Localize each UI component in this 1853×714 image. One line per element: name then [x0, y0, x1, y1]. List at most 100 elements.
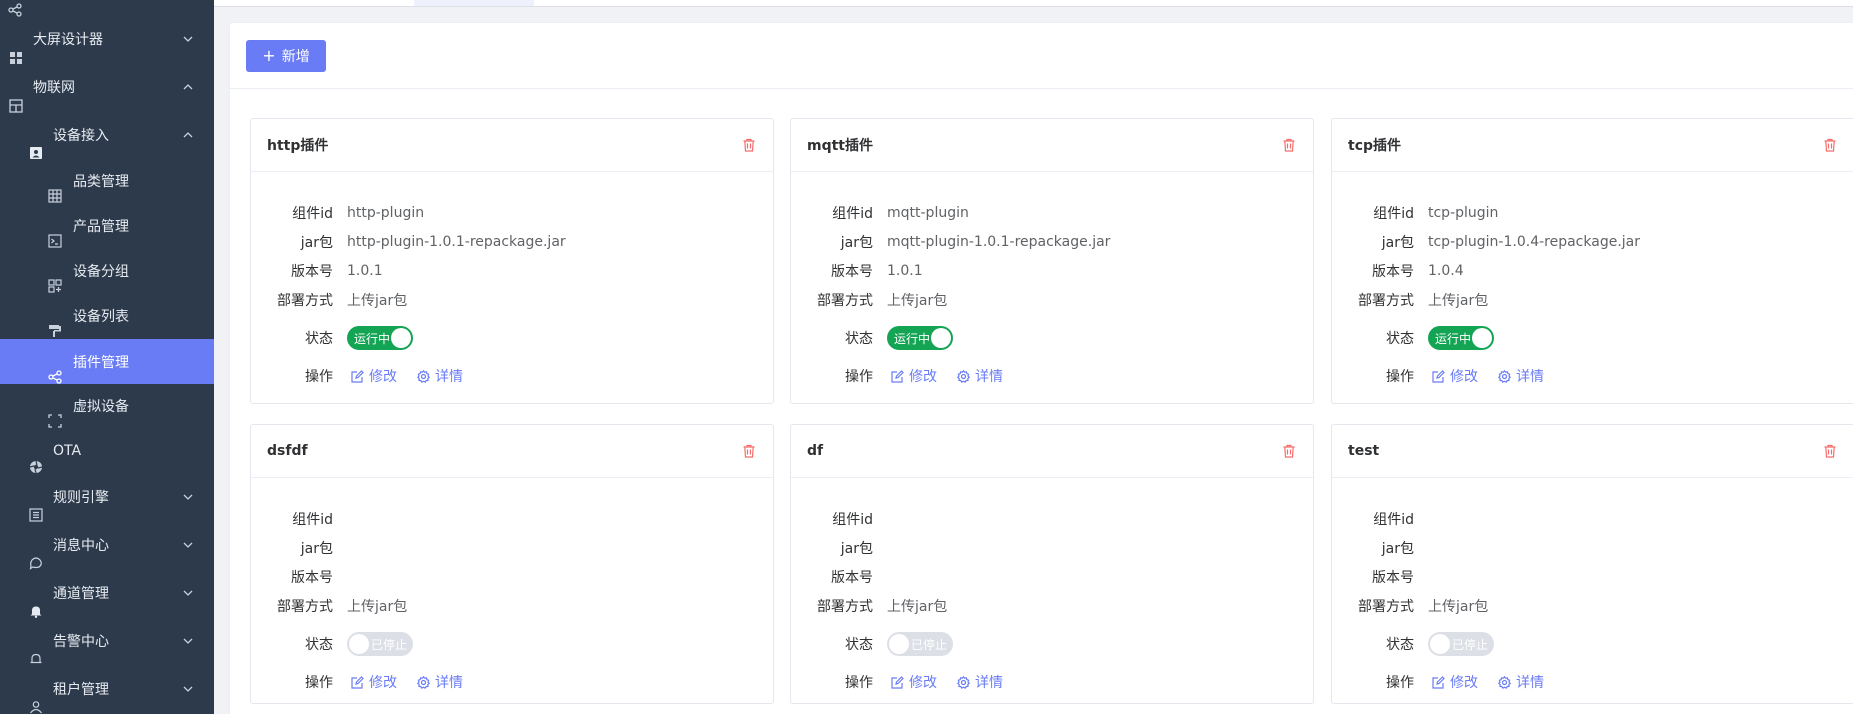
sidebar-item-category[interactable]: 品类管理	[0, 161, 214, 203]
sidebar-item-message-center[interactable]: 消息中心	[0, 525, 214, 570]
detail-button[interactable]: 详情	[1498, 366, 1544, 386]
sidebar-item-product[interactable]: 产品管理	[0, 206, 214, 248]
field-row-actions: 操作 修改 详情	[791, 366, 1313, 386]
field-label: 部署方式	[277, 293, 333, 309]
plugin-card: df 组件id jar包 版本号 部署方式 上传jar包 状态 已停止 操作 修改 详情	[790, 424, 1314, 704]
sidebar-item-label: 品类管理	[73, 174, 129, 190]
sidebar-item-virtual-device[interactable]: 虚拟设备	[0, 386, 214, 428]
add-button-label: 新增	[281, 49, 310, 65]
gear-icon	[957, 675, 970, 689]
field-value: http-plugin	[347, 205, 425, 221]
edit-button[interactable]: 修改	[351, 672, 397, 692]
toggle-knob	[1472, 328, 1492, 348]
field-value: 上传jar包	[1428, 293, 1489, 309]
sidebar-item-label: 告警中心	[53, 634, 109, 650]
field-label: jar包	[840, 541, 873, 557]
field-label: 操作	[1386, 369, 1414, 385]
field-label: jar包	[840, 235, 873, 251]
edit-button[interactable]: 修改	[891, 672, 937, 692]
sidebar-item-alarm-center[interactable]: 告警中心	[0, 621, 214, 664]
edit-button[interactable]: 修改	[891, 366, 937, 386]
detail-button[interactable]: 详情	[957, 672, 1003, 692]
status-toggle[interactable]: 已停止	[887, 632, 953, 656]
sidebar-item-label: 规则引擎	[53, 490, 109, 506]
field-label: 操作	[305, 369, 333, 385]
trash-icon[interactable]	[741, 137, 757, 153]
field-label: 操作	[845, 369, 873, 385]
sidebar-item-label: 设备分组	[73, 264, 129, 280]
card-title: tcp插件	[1348, 138, 1402, 154]
sidebar-item-iot[interactable]: 物联网	[0, 67, 214, 113]
trash-icon[interactable]	[1822, 443, 1838, 459]
edit-label: 修改	[1450, 675, 1478, 691]
field-label: 版本号	[831, 570, 873, 586]
status-toggle[interactable]: 已停止	[1428, 632, 1494, 656]
card-title: mqtt插件	[807, 138, 873, 154]
add-button[interactable]: + 新增	[246, 40, 326, 72]
field-row-component-id: 组件id	[251, 509, 773, 529]
sidebar-item-ota[interactable]: OTA	[0, 431, 214, 474]
tab-active[interactable]	[414, 0, 534, 6]
field-row-component-id: 组件id http-plugin	[251, 203, 773, 223]
field-value: 上传jar包	[347, 293, 408, 309]
status-toggle[interactable]: 运行中	[887, 326, 953, 350]
trash-icon[interactable]	[1281, 443, 1297, 459]
edit-icon	[891, 369, 904, 383]
dashboard-icon	[9, 99, 23, 113]
sidebar-item-label: 大屏设计器	[33, 32, 103, 48]
edit-button[interactable]: 修改	[1432, 672, 1478, 692]
status-toggle[interactable]: 运行中	[347, 326, 413, 350]
detail-button[interactable]: 详情	[417, 366, 463, 386]
detail-label: 详情	[1516, 675, 1544, 691]
bell-icon	[29, 652, 43, 666]
toggle-knob	[931, 328, 951, 348]
plus-icon: +	[262, 46, 276, 65]
detail-button[interactable]: 详情	[957, 366, 1003, 386]
field-row-status: 状态 运行中	[791, 326, 1313, 350]
trash-icon[interactable]	[1281, 137, 1297, 153]
divider	[230, 88, 1853, 89]
field-row-deploy-method: 部署方式 上传jar包	[791, 290, 1313, 310]
sidebar: 大屏设计器 物联网 设备接入 品类管理 产品管理 设备分组 设备列表 插件管理 …	[0, 0, 214, 714]
detail-button[interactable]: 详情	[1498, 672, 1544, 692]
field-label: 版本号	[291, 264, 333, 280]
field-value: 1.0.1	[347, 263, 383, 279]
sidebar-item-screen-designer[interactable]: 大屏设计器	[0, 19, 214, 64]
sidebar-item-channel-management[interactable]: 通道管理	[0, 573, 214, 618]
sidebar-item-device-access[interactable]: 设备接入	[0, 115, 214, 159]
field-label: 部署方式	[817, 293, 873, 309]
field-value: 上传jar包	[887, 599, 948, 615]
sidebar-item-device-group[interactable]: 设备分组	[0, 251, 214, 293]
trash-icon[interactable]	[741, 443, 757, 459]
sidebar-item-tenant-management[interactable]: 租户管理	[0, 669, 214, 714]
chevron-down-icon	[182, 683, 194, 695]
plugin-card: dsfdf 组件id jar包 版本号 部署方式 上传jar包 状态 已停止 操作 修改 详情	[250, 424, 774, 704]
edit-label: 修改	[369, 675, 397, 691]
field-label: 部署方式	[1358, 599, 1414, 615]
field-row-version: 版本号	[251, 567, 773, 587]
field-label: 状态	[845, 637, 873, 653]
detail-button[interactable]: 详情	[417, 672, 463, 692]
field-row-status: 状态 已停止	[251, 632, 773, 656]
field-row-actions: 操作 修改 详情	[251, 366, 773, 386]
edit-button[interactable]: 修改	[1432, 366, 1478, 386]
field-row-jar: jar包 tcp-plugin-1.0.4-repackage.jar	[1332, 232, 1853, 252]
edit-button[interactable]: 修改	[351, 366, 397, 386]
group-icon	[48, 279, 62, 293]
trash-icon[interactable]	[1822, 137, 1838, 153]
field-label: 版本号	[1372, 264, 1414, 280]
detail-label: 详情	[1516, 369, 1544, 385]
status-toggle[interactable]: 已停止	[347, 632, 413, 656]
person-icon	[29, 700, 43, 714]
sidebar-item-plugin-management[interactable]: 插件管理	[0, 339, 214, 384]
field-label: jar包	[1381, 541, 1414, 557]
edit-label: 修改	[1450, 369, 1478, 385]
sidebar-item-rule-engine[interactable]: 规则引擎	[0, 477, 214, 522]
plugin-card: mqtt插件 组件id mqtt-plugin jar包 mqtt-plugin-1.0…	[790, 118, 1314, 404]
sidebar-item-device-list[interactable]: 设备列表	[0, 296, 214, 337]
card-header: http插件	[251, 119, 773, 172]
status-toggle[interactable]: 运行中	[1428, 326, 1494, 350]
detail-label: 详情	[435, 369, 463, 385]
field-value: tcp-plugin-1.0.4-repackage.jar	[1428, 234, 1640, 250]
edit-label: 修改	[909, 369, 937, 385]
